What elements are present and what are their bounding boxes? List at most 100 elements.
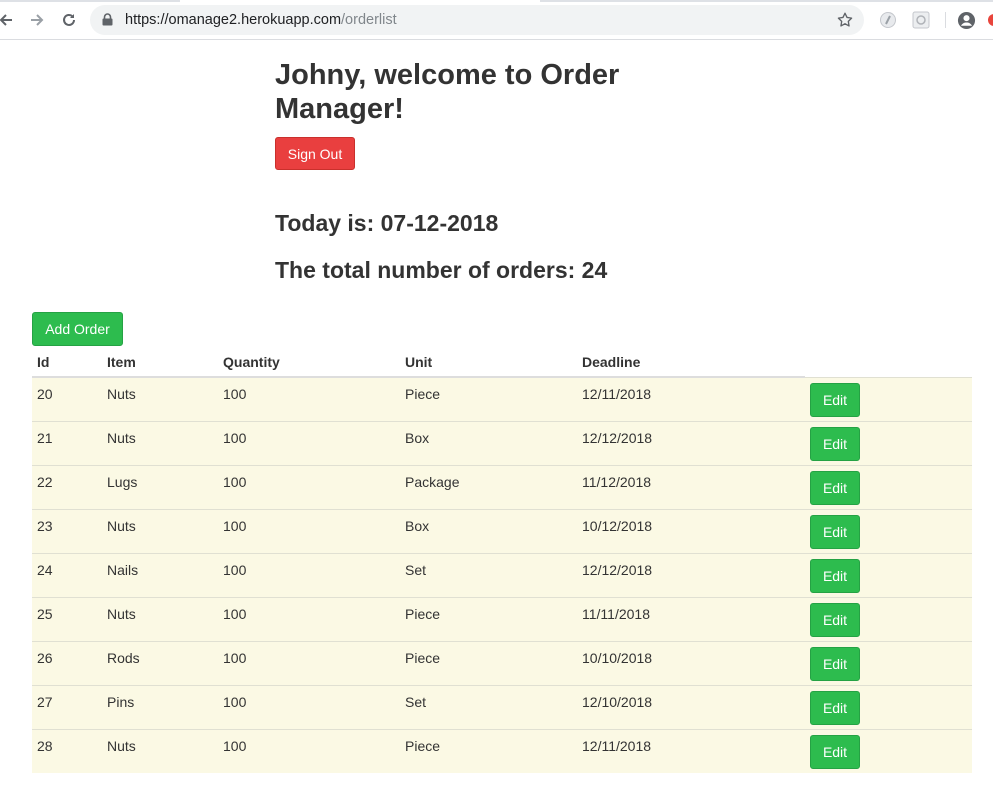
cell-item: Nails (102, 552, 218, 597)
reload-icon (61, 12, 77, 28)
column-header-deadline: Deadline (577, 347, 805, 378)
reload-button[interactable] (57, 8, 81, 32)
table-row: 21 Nuts 100 Box 12/12/2018 Edit (32, 420, 972, 465)
cell-id: 28 (32, 728, 102, 773)
edit-button[interactable]: Edit (810, 514, 860, 549)
cell-unit: Piece (400, 728, 577, 773)
lock-icon (102, 13, 113, 31)
cell-unit: Set (400, 552, 577, 597)
total-orders: The total number of orders: 24 (275, 257, 608, 283)
table-row: 25 Nuts 100 Piece 11/11/2018 Edit (32, 596, 972, 641)
edit-button[interactable]: Edit (810, 470, 860, 505)
cell-unit: Package (400, 464, 577, 509)
edit-button[interactable]: Edit (810, 690, 860, 725)
edit-button[interactable]: Edit (810, 426, 860, 461)
menu-partial-icon[interactable] (987, 13, 993, 32)
cell-id: 27 (32, 684, 102, 729)
cell-action: Edit (805, 596, 972, 641)
cell-id: 22 (32, 464, 102, 509)
extension-icon[interactable] (879, 11, 897, 34)
arrow-right-icon (29, 12, 45, 28)
cell-quantity: 100 (218, 684, 400, 729)
cell-id: 25 (32, 596, 102, 641)
cell-unit: Box (400, 508, 577, 553)
browser-toolbar: https://omanage2.herokuapp.com/orderlist (0, 0, 993, 40)
back-button[interactable] (0, 8, 18, 32)
toolbar-separator (945, 12, 946, 28)
arrow-left-icon (0, 12, 14, 28)
cell-id: 24 (32, 552, 102, 597)
edit-button[interactable]: Edit (810, 646, 860, 681)
edit-button[interactable]: Edit (810, 382, 860, 417)
forward-button[interactable] (25, 8, 49, 32)
cell-quantity: 100 (218, 640, 400, 685)
table-row: 28 Nuts 100 Piece 12/11/2018 Edit (32, 728, 972, 773)
cell-id: 26 (32, 640, 102, 685)
cell-action: Edit (805, 464, 972, 509)
cell-item: Nuts (102, 376, 218, 421)
cell-item: Nuts (102, 420, 218, 465)
address-bar[interactable]: https://omanage2.herokuapp.com/orderlist (90, 5, 864, 35)
cell-unit: Set (400, 684, 577, 729)
cell-unit: Piece (400, 640, 577, 685)
bookmark-star-icon[interactable] (836, 11, 854, 34)
cell-item: Lugs (102, 464, 218, 509)
cell-quantity: 100 (218, 376, 400, 421)
cell-deadline: 10/12/2018 (577, 508, 805, 553)
orders-table-body: 20 Nuts 100 Piece 12/11/2018 Edit 21 Nuts 100 Box… (32, 376, 972, 773)
table-row: 24 Nails 100 Set 12/12/2018 Edit (32, 552, 972, 597)
today-date: Today is: 07-12-2018 (275, 210, 499, 236)
welcome-heading: Johny, welcome to Order Manager! (275, 59, 620, 125)
cell-action: Edit (805, 552, 972, 597)
cell-deadline: 12/12/2018 (577, 552, 805, 597)
cell-action: Edit (805, 684, 972, 729)
cell-unit: Box (400, 420, 577, 465)
extension-grid-icon[interactable] (912, 11, 930, 34)
table-row: 27 Pins 100 Set 12/10/2018 Edit (32, 684, 972, 729)
cell-item: Pins (102, 684, 218, 729)
cell-quantity: 100 (218, 596, 400, 641)
profile-avatar-icon[interactable] (957, 11, 976, 35)
cell-id: 20 (32, 376, 102, 421)
column-header-unit: Unit (400, 347, 577, 378)
cell-unit: Piece (400, 376, 577, 421)
cell-deadline: 12/12/2018 (577, 420, 805, 465)
cell-action: Edit (805, 728, 972, 773)
orders-table: Id Item Quantity Unit Deadline 20 Nuts 100… (32, 347, 972, 773)
tab-strip (0, 0, 993, 2)
cell-id: 23 (32, 508, 102, 553)
edit-button[interactable]: Edit (810, 602, 860, 637)
url-path: /orderlist (341, 12, 397, 28)
column-header-id: Id (32, 347, 102, 378)
cell-item: Nuts (102, 596, 218, 641)
cell-action: Edit (805, 376, 972, 421)
cell-quantity: 100 (218, 508, 400, 553)
table-row: 23 Nuts 100 Box 10/12/2018 Edit (32, 508, 972, 553)
url-text: https://omanage2.herokuapp.com/orderlist (125, 11, 397, 29)
cell-quantity: 100 (218, 420, 400, 465)
column-header-action (805, 347, 972, 377)
table-row: 26 Rods 100 Piece 10/10/2018 Edit (32, 640, 972, 685)
cell-action: Edit (805, 508, 972, 553)
table-row: 20 Nuts 100 Piece 12/11/2018 Edit (32, 376, 972, 421)
column-header-quantity: Quantity (218, 347, 400, 378)
cell-deadline: 12/10/2018 (577, 684, 805, 729)
sign-out-button[interactable]: Sign Out (275, 137, 355, 170)
cell-quantity: 100 (218, 552, 400, 597)
cell-deadline: 11/11/2018 (577, 596, 805, 641)
table-header-row: Id Item Quantity Unit Deadline (32, 347, 972, 378)
cell-item: Rods (102, 640, 218, 685)
column-header-item: Item (102, 347, 218, 378)
add-order-button[interactable]: Add Order (32, 312, 123, 346)
cell-item: Nuts (102, 728, 218, 773)
cell-quantity: 100 (218, 464, 400, 509)
cell-deadline: 10/10/2018 (577, 640, 805, 685)
table-row: 22 Lugs 100 Package 11/12/2018 Edit (32, 464, 972, 509)
edit-button[interactable]: Edit (810, 558, 860, 593)
cell-unit: Piece (400, 596, 577, 641)
cell-id: 21 (32, 420, 102, 465)
url-host: https://omanage2.herokuapp.com (125, 12, 342, 28)
cell-deadline: 12/11/2018 (577, 728, 805, 773)
edit-button[interactable]: Edit (810, 734, 860, 769)
cell-action: Edit (805, 420, 972, 465)
